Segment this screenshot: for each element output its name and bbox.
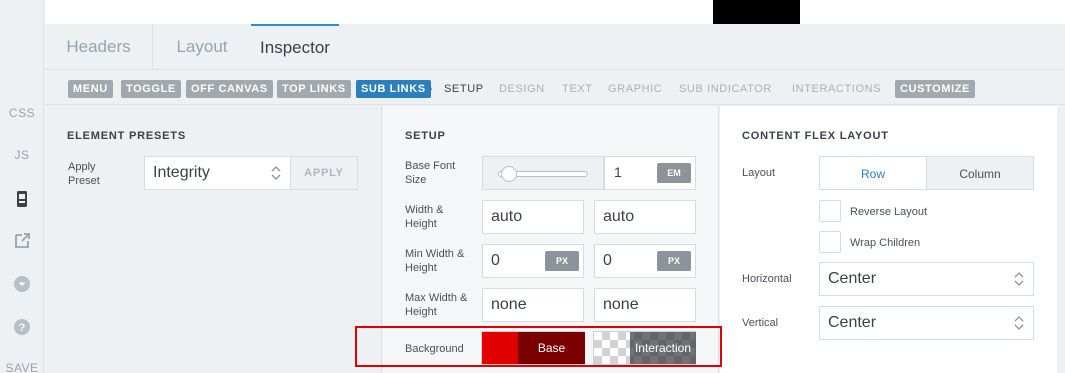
width-height-label: Width & Height	[405, 204, 444, 230]
horizontal-select[interactable]: Center	[819, 262, 1034, 296]
layout-column-option[interactable]: Column	[926, 156, 1034, 190]
subnav-customize[interactable]: CUSTOMIZE	[895, 80, 975, 98]
base-font-size-value: 1	[614, 164, 622, 180]
reverse-layout-label: Reverse Layout	[850, 206, 928, 218]
save-button[interactable]: SAVE	[0, 361, 44, 373]
subnav-top-links[interactable]: TOP LINKS	[277, 80, 351, 98]
background-row-highlight	[355, 326, 722, 367]
max-width-height-label: Max Width & Height	[405, 292, 468, 318]
min-height-value: 0	[603, 252, 612, 269]
vertical-label: Vertical	[742, 317, 779, 329]
subnav-sub-links[interactable]: SUB LINKS	[356, 80, 431, 98]
min-width-height-label: Min Width & Height	[405, 248, 465, 274]
wrap-children-checkbox[interactable]	[819, 231, 841, 253]
preset-select-value: Integrity	[153, 164, 210, 181]
layout-row-option[interactable]: Row	[819, 156, 927, 190]
subnav-sub-indicator[interactable]: SUB INDICATOR	[677, 80, 774, 98]
dropdown-circle-icon[interactable]	[13, 275, 31, 293]
setup-title: SETUP	[405, 130, 446, 142]
horizontal-value: Center	[828, 270, 877, 287]
subnav-text[interactable]: TEXT	[560, 80, 595, 98]
element-presets-title: ELEMENT PRESETS	[67, 130, 186, 142]
min-height-px-unit[interactable]: PX	[657, 251, 691, 271]
min-width-value: 0	[491, 252, 500, 269]
height-value: auto	[603, 208, 635, 225]
svg-text:?: ?	[19, 322, 26, 334]
em-unit-button[interactable]: EM	[657, 163, 691, 183]
inspector-subnav: MENU TOGGLE OFF CANVAS TOP LINKS SUB LIN…	[45, 71, 1065, 105]
left-rail: CSS JS ? SAVE	[0, 0, 44, 373]
max-width-value: none	[491, 296, 527, 313]
max-height-input[interactable]: none	[594, 288, 696, 322]
content-flex-title: CONTENT FLEX LAYOUT	[742, 130, 889, 142]
min-height-input[interactable]: 0 PX	[594, 244, 696, 278]
max-height-value: none	[603, 296, 639, 313]
js-button[interactable]: JS	[0, 148, 44, 162]
base-font-size-slider[interactable]	[482, 156, 604, 190]
right-gutter	[1057, 106, 1065, 373]
css-button[interactable]: CSS	[0, 106, 44, 120]
external-link-icon[interactable]	[13, 232, 31, 250]
tab-inspector[interactable]: Inspector	[251, 24, 339, 70]
layout-label: Layout	[742, 167, 776, 179]
select-stepper-icon	[271, 166, 281, 180]
vertical-stepper-icon	[1014, 316, 1024, 330]
base-font-size-input[interactable]: 1 EM	[604, 156, 696, 190]
reverse-layout-checkbox[interactable]	[819, 200, 841, 222]
vertical-select[interactable]: Center	[819, 306, 1034, 340]
base-font-size-label: Base Font Size	[405, 160, 456, 186]
min-width-px-unit[interactable]: PX	[545, 251, 579, 271]
subnav-toggle[interactable]: TOGGLE	[121, 80, 181, 98]
max-width-input[interactable]: none	[482, 288, 584, 322]
subnav-off-canvas[interactable]: OFF CANVAS	[186, 80, 273, 98]
main-tabs: Headers Layout Inspector	[45, 24, 1065, 70]
element-presets-panel: ELEMENT PRESETS Apply Preset Integrity A…	[45, 106, 382, 373]
mobile-preview-icon[interactable]	[13, 190, 31, 208]
tab-layout[interactable]: Layout	[153, 24, 251, 70]
height-input[interactable]: auto	[594, 200, 696, 234]
subnav-menu[interactable]: MENU	[68, 80, 113, 98]
subnav-graphic[interactable]: GRAPHIC	[606, 80, 664, 98]
slider-thumb[interactable]	[500, 166, 517, 182]
vertical-value: Center	[828, 314, 877, 331]
subnav-setup[interactable]: SETUP	[442, 80, 486, 98]
width-input[interactable]: auto	[482, 200, 584, 234]
width-value: auto	[491, 208, 523, 225]
subnav-interactions[interactable]: INTERACTIONS	[790, 80, 883, 98]
min-width-input[interactable]: 0 PX	[482, 244, 584, 278]
preview-block	[713, 0, 800, 24]
app-root: CSS JS ? SAVE Headers Layout Inspector M…	[0, 0, 1065, 373]
help-icon[interactable]: ?	[13, 318, 31, 336]
apply-preset-label: Apply Preset	[68, 161, 100, 187]
preset-select[interactable]: Integrity	[144, 156, 291, 190]
preview-strip	[45, 0, 1065, 24]
apply-button[interactable]: APPLY	[290, 156, 358, 190]
horizontal-label: Horizontal	[742, 273, 792, 285]
subnav-design[interactable]: DESIGN	[497, 80, 547, 98]
wrap-children-label: Wrap Children	[850, 237, 921, 249]
tab-headers[interactable]: Headers	[45, 24, 153, 70]
subnav-active-arrow	[426, 80, 432, 98]
horizontal-stepper-icon	[1014, 272, 1024, 286]
content-flex-panel: CONTENT FLEX LAYOUT Layout Row Column Re…	[720, 106, 1065, 373]
